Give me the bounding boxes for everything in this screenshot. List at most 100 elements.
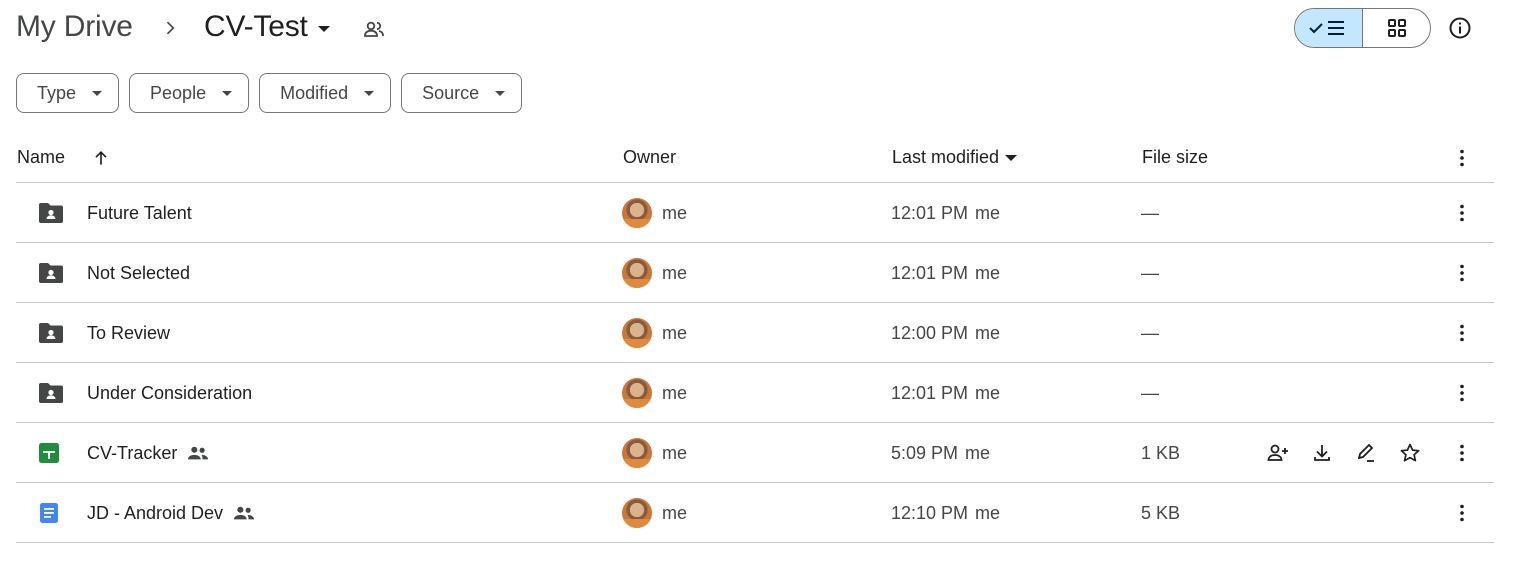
column-header-last-modified[interactable]: Last modified — [892, 147, 1018, 168]
details-button[interactable] — [1446, 14, 1474, 42]
filter-type-chip[interactable]: Type — [16, 73, 120, 113]
table-row[interactable]: CV-Tracker me 5:09 PM me 1 KB — [16, 423, 1494, 483]
info-icon — [1449, 17, 1471, 39]
column-header-owner[interactable]: Owner — [623, 147, 676, 168]
file-name-cell: CV-Tracker — [87, 423, 209, 483]
column-file-size-label: File size — [1142, 147, 1209, 167]
more-vert-icon — [1460, 149, 1464, 167]
avatar[interactable] — [622, 438, 652, 468]
filter-people-label: People — [150, 82, 207, 103]
more-actions-button[interactable] — [1450, 183, 1474, 243]
file-size: — — [1141, 202, 1159, 223]
more-actions-button[interactable] — [1450, 243, 1474, 303]
owner-name: me — [662, 202, 688, 223]
people-icon — [188, 446, 209, 460]
breadcrumb-current-folder[interactable]: CV-Test — [204, 10, 330, 44]
more-actions-button[interactable] — [1450, 303, 1474, 363]
shared-folder-icon — [38, 183, 66, 243]
modified-time: 12:10 PM — [891, 502, 969, 523]
person-add-icon — [1267, 444, 1288, 461]
filter-source-chip[interactable]: Source — [401, 73, 523, 113]
modified-by: me — [975, 202, 1001, 223]
caret-down-icon — [92, 90, 103, 96]
file-size: 5 KB — [1141, 502, 1181, 523]
star-button[interactable] — [1398, 441, 1422, 465]
filter-people-chip[interactable]: People — [129, 73, 250, 113]
table-row[interactable]: Not Selected me 12:01 PM me — — [16, 243, 1494, 303]
avatar[interactable] — [622, 258, 652, 288]
rename-button[interactable] — [1354, 441, 1378, 465]
breadcrumb-my-drive[interactable]: My Drive — [16, 10, 133, 44]
edit-icon — [1357, 443, 1374, 462]
more-vert-icon — [1460, 324, 1464, 342]
owner-name: me — [662, 382, 688, 403]
avatar[interactable] — [622, 498, 652, 528]
more-actions-button[interactable] — [1450, 423, 1474, 483]
file-size: — — [1141, 262, 1159, 283]
download-icon — [1314, 445, 1330, 461]
modified-time: 12:01 PM — [891, 382, 969, 403]
filter-modified-chip[interactable]: Modified — [259, 73, 392, 113]
avatar[interactable] — [622, 378, 652, 408]
more-vert-icon — [1460, 384, 1464, 402]
modified-time: 5:09 PM — [891, 442, 959, 463]
owner-name: me — [662, 502, 688, 523]
owner-cell: me — [622, 303, 687, 363]
avatar[interactable] — [622, 198, 652, 228]
file-name: JD - Android Dev — [87, 502, 224, 523]
caret-down-icon — [317, 26, 330, 32]
more-vert-icon — [1460, 504, 1464, 522]
check-list-icon — [1308, 21, 1344, 35]
more-vert-icon — [1460, 204, 1464, 222]
people-icon — [233, 506, 255, 520]
modified-time: 12:01 PM — [891, 202, 969, 223]
avatar[interactable] — [622, 318, 652, 348]
column-header-name[interactable]: Name — [17, 147, 111, 168]
owner-cell: me — [622, 183, 687, 243]
caret-down-icon — [495, 90, 506, 96]
column-owner-label: Owner — [623, 147, 677, 167]
filter-modified-label: Modified — [280, 82, 349, 103]
current-folder-label: CV-Test — [204, 10, 308, 43]
column-options-button[interactable] — [1450, 146, 1474, 170]
modified-by: me — [975, 262, 1001, 283]
table-row[interactable]: JD - Android Dev me 12:10 PM me 5 KB — [16, 483, 1494, 543]
modified-by: me — [965, 442, 991, 463]
caret-down-icon — [364, 90, 375, 96]
share-button[interactable] — [1266, 441, 1290, 465]
last-modified-cell: 12:01 PM me — [891, 183, 1000, 243]
people-outline-icon[interactable] — [362, 17, 386, 41]
table-row[interactable]: Future Talent me 12:01 PM me — — [16, 183, 1494, 243]
shared-folder-icon — [38, 363, 66, 423]
table-row[interactable]: To Review me 12:00 PM me — — [16, 303, 1494, 363]
file-size: 1 KB — [1141, 442, 1181, 463]
grid-view-button[interactable] — [1363, 9, 1430, 47]
star-icon — [1400, 443, 1420, 462]
shared-folder-icon — [38, 303, 66, 363]
modified-time: 12:00 PM — [891, 322, 969, 343]
view-toggle — [1294, 8, 1431, 48]
modified-by: me — [975, 382, 1001, 403]
more-actions-button[interactable] — [1450, 483, 1474, 543]
list-view-button[interactable] — [1295, 9, 1363, 47]
table-header: Name Owner Last modified File size — [16, 133, 1494, 183]
filter-bar: Type People Modified Source — [16, 73, 523, 113]
file-name: To Review — [87, 322, 171, 343]
more-vert-icon — [1460, 444, 1464, 462]
modified-time: 12:01 PM — [891, 262, 969, 283]
quick-actions — [1266, 423, 1422, 483]
column-header-file-size[interactable]: File size — [1142, 147, 1208, 168]
more-actions-button[interactable] — [1450, 363, 1474, 423]
owner-cell: me — [622, 483, 687, 543]
owner-name: me — [662, 322, 688, 343]
file-name: Under Consideration — [87, 382, 253, 403]
download-button[interactable] — [1310, 441, 1334, 465]
top-bar: My Drive CV-Test — [16, 8, 1497, 48]
file-name-cell: JD - Android Dev — [87, 483, 255, 543]
modified-by: me — [975, 322, 1001, 343]
caret-down-icon — [1005, 154, 1018, 161]
filter-type-label: Type — [37, 82, 77, 103]
caret-down-icon — [222, 90, 233, 96]
table-row[interactable]: Under Consideration me 12:01 PM me — — [16, 363, 1494, 423]
arrow-up-icon[interactable] — [91, 148, 111, 168]
